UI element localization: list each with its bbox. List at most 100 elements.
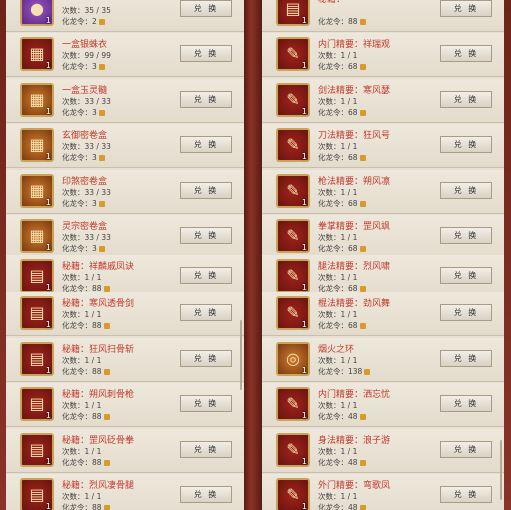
- book-icon[interactable]: ▤ 1: [20, 387, 54, 421]
- token-icon: [359, 323, 366, 329]
- item-quantity: 1: [45, 320, 51, 329]
- book-icon[interactable]: ▤ 1: [20, 296, 54, 330]
- exchange-button[interactable]: 兑 换: [180, 441, 232, 458]
- book-icon[interactable]: ▤ 1: [20, 342, 54, 376]
- item-cost: 化龙令：88: [62, 320, 110, 331]
- scroll-icon[interactable]: ✎ 1: [276, 259, 310, 293]
- scroll-icon[interactable]: ✎ 1: [276, 296, 310, 330]
- scroll-icon[interactable]: ✎ 1: [276, 387, 310, 421]
- token-icon: [98, 64, 105, 70]
- chest-icon[interactable]: ▦ 1: [20, 128, 54, 162]
- exchange-button[interactable]: 兑 换: [180, 0, 232, 17]
- exchange-button[interactable]: 兑 换: [440, 267, 492, 284]
- item-count: 次数：1 / 1: [318, 142, 358, 151]
- item-cost: 化龙令：88: [318, 16, 366, 27]
- exchange-button[interactable]: 兑 换: [180, 182, 232, 199]
- exchange-button[interactable]: 兑 换: [440, 91, 492, 108]
- left-exchange-list[interactable]: ● 1 次数：35 / 35 化龙令：2 兑 换 ▦ 1 一盒银蛛衣 次数：99 / 99 化龙令…: [6, 0, 244, 510]
- item-quantity: 1: [301, 152, 307, 161]
- scroll-icon[interactable]: ✎ 1: [276, 128, 310, 162]
- exchange-button[interactable]: 兑 换: [180, 350, 232, 367]
- right-exchange-list[interactable]: ▤ 1 秘籍： 化龙令：88 兑 换 ✎ 1 内门精要：祥瑞观 次数：1 / 1 化龙令：68 兑 …: [262, 0, 504, 510]
- exchange-row: ▤ 1 秘籍：狂风扫骨斩 次数：1 / 1 化龙令：88 兑 换: [6, 338, 244, 382]
- token-icon: [103, 323, 110, 329]
- item-count: 次数：33 / 33: [62, 233, 111, 242]
- scroll-icon[interactable]: ✎ 1: [276, 433, 310, 467]
- exchange-button[interactable]: 兑 换: [180, 91, 232, 108]
- exchange-button[interactable]: 兑 换: [180, 136, 232, 153]
- item-name: 秘籍：寒风透骨剑: [62, 299, 135, 309]
- item-name: 身法精要：浪子游: [318, 436, 391, 446]
- book-icon[interactable]: ▤ 1: [276, 0, 310, 26]
- item-cost: 化龙令：68: [318, 152, 366, 163]
- item-cost: 化龙令：138: [318, 366, 371, 377]
- exchange-button[interactable]: 兑 换: [180, 304, 232, 321]
- exchange-row: ▤ 1 秘籍：罡风砭骨拳 次数：1 / 1 化龙令：88 兑 换: [6, 429, 244, 473]
- exchange-row: ▦ 1 印煞密卷盒 次数：33 / 33 化龙令：3 兑 换: [6, 170, 244, 214]
- scroll-icon[interactable]: ✎ 1: [276, 219, 310, 253]
- item-quantity: 1: [301, 107, 307, 116]
- right-scrollbar[interactable]: [500, 440, 502, 500]
- token-icon: [359, 414, 366, 420]
- item-name: 棍法精要：劲风舞: [318, 299, 391, 309]
- scroll-icon[interactable]: ✎ 1: [276, 174, 310, 208]
- book-icon[interactable]: ▤ 1: [20, 259, 54, 293]
- item-cost: 化龙令：2: [62, 16, 105, 27]
- token-icon: [103, 460, 110, 466]
- item-quantity: 1: [45, 502, 51, 510]
- item-quantity: 1: [301, 502, 307, 510]
- item-count: 次数：1 / 1: [62, 273, 102, 282]
- item-cost: 化龙令：88: [62, 457, 110, 468]
- chest-icon[interactable]: ▦ 1: [20, 174, 54, 208]
- exchange-button[interactable]: 兑 换: [180, 45, 232, 62]
- scroll-icon[interactable]: ✎ 1: [276, 37, 310, 71]
- exchange-row: ● 1 次数：35 / 35 化龙令：2 兑 换: [6, 0, 244, 32]
- exchange-button[interactable]: 兑 换: [440, 486, 492, 503]
- exchange-button[interactable]: 兑 换: [440, 182, 492, 199]
- exchange-button[interactable]: 兑 换: [440, 227, 492, 244]
- pearl-icon[interactable]: ● 1: [20, 0, 54, 26]
- exchange-button[interactable]: 兑 换: [180, 395, 232, 412]
- item-name: 秘籍：烈风凄骨腿: [62, 481, 135, 491]
- item-quantity: 1: [45, 61, 51, 70]
- exchange-button[interactable]: 兑 换: [180, 227, 232, 244]
- exchange-row: ▤ 1 秘籍：寒风透骨剑 次数：1 / 1 化龙令：88 兑 换: [6, 292, 244, 336]
- token-icon: [359, 201, 366, 207]
- item-count: 次数：99 / 99: [62, 51, 111, 60]
- scroll-icon[interactable]: ✎ 1: [276, 83, 310, 117]
- item-cost: 化龙令：88: [62, 366, 110, 377]
- chest-icon[interactable]: ▦ 1: [20, 37, 54, 71]
- item-cost: 化龙令：48: [318, 411, 366, 422]
- exchange-button[interactable]: 兑 换: [440, 0, 492, 17]
- item-name: 内门精要：洒忘忧: [318, 390, 391, 400]
- left-scrollbar[interactable]: [240, 320, 242, 390]
- exchange-button[interactable]: 兑 换: [440, 350, 492, 367]
- exchange-button[interactable]: 兑 换: [440, 304, 492, 321]
- item-count: 次数：1 / 1: [318, 188, 358, 197]
- chest-icon[interactable]: ▦ 1: [20, 83, 54, 117]
- exchange-button[interactable]: 兑 换: [180, 267, 232, 284]
- exchange-row: ✎ 1 身法精要：浪子游 次数：1 / 1 化龙令：48 兑 换: [262, 429, 504, 473]
- book-icon[interactable]: ▤ 1: [20, 433, 54, 467]
- item-name: 枪法精要：朔风凛: [318, 177, 391, 187]
- item-name: 烟火之环: [318, 345, 355, 355]
- exchange-button[interactable]: 兑 换: [440, 45, 492, 62]
- chest-icon[interactable]: ▦ 1: [20, 219, 54, 253]
- item-name: 内门精要：祥瑞观: [318, 40, 391, 50]
- ring-icon[interactable]: ◎ 1: [276, 342, 310, 376]
- exchange-row: ✎ 1 枪法精要：朔风凛 次数：1 / 1 化龙令：68 兑 换: [262, 170, 504, 214]
- exchange-button[interactable]: 兑 换: [440, 441, 492, 458]
- item-quantity: 1: [45, 411, 51, 420]
- item-cost: 化龙令：68: [318, 320, 366, 331]
- item-cost: 化龙令：68: [318, 107, 366, 118]
- token-icon: [98, 155, 105, 161]
- exchange-button[interactable]: 兑 换: [180, 486, 232, 503]
- item-cost: 化龙令：68: [318, 61, 366, 72]
- item-quantity: 1: [45, 457, 51, 466]
- item-cost: 化龙令：3: [62, 61, 105, 72]
- scroll-icon[interactable]: ✎ 1: [276, 478, 310, 510]
- book-icon[interactable]: ▤ 1: [20, 478, 54, 510]
- exchange-button[interactable]: 兑 换: [440, 136, 492, 153]
- exchange-button[interactable]: 兑 换: [440, 395, 492, 412]
- item-name: 秘籍：朔风刺骨枪: [62, 390, 135, 400]
